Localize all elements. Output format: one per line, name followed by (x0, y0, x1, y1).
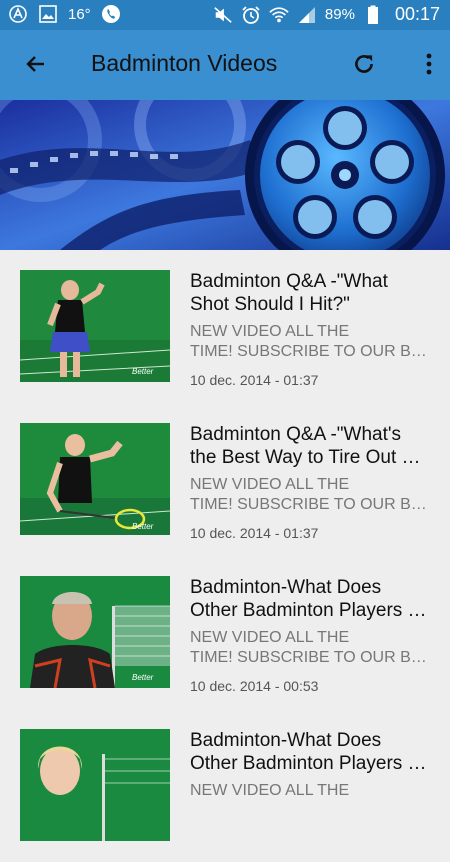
accessibility-icon (8, 4, 28, 24)
refresh-button[interactable] (342, 42, 386, 86)
temperature: 16° (68, 5, 91, 23)
gallery-icon (38, 4, 58, 24)
video-date: 10 dec. 2014 - 01:37 (190, 525, 319, 541)
alarm-icon (241, 5, 261, 25)
video-thumbnail: Better (20, 423, 170, 535)
video-date: 10 dec. 2014 - 01:37 (190, 372, 319, 388)
svg-text:Better: Better (132, 522, 154, 531)
svg-text:Better: Better (132, 367, 154, 376)
video-list-item[interactable]: Better Badminton Q&A -"What Shot Should … (0, 250, 450, 403)
video-list: Better Badminton Q&A -"What Shot Should … (0, 250, 450, 862)
video-list-item[interactable]: Badminton-What Does Other Badminton Play… (0, 709, 450, 862)
video-title: Badminton Q&A -"What (190, 271, 388, 292)
clock: 00:17 (394, 4, 440, 24)
video-thumbnail: Better (20, 576, 170, 688)
video-description: NEW VIDEO ALL THE (190, 323, 350, 340)
wifi-icon (269, 5, 289, 25)
more-vert-icon (426, 53, 432, 75)
app-bar: Badminton Videos (0, 30, 450, 100)
video-title: Badminton-What Does (190, 730, 382, 751)
battery-icon (363, 5, 383, 25)
header-banner-image (0, 100, 450, 250)
video-date: 10 dec. 2014 - 00:53 (190, 678, 319, 694)
video-list-item[interactable]: Better Badminton-What Does Other Badmint… (0, 556, 450, 709)
video-title: the Best Way to Tire Out … (190, 447, 421, 468)
signal-icon (297, 5, 317, 25)
video-description: TIME! SUBSCRIBE TO OUR B… (190, 649, 427, 666)
video-title: Other Badminton Players … (190, 600, 427, 621)
video-description: TIME! SUBSCRIBE TO OUR B… (190, 343, 427, 360)
video-title: Badminton Q&A -"What's (190, 424, 402, 445)
svg-text:Better: Better (132, 673, 154, 682)
video-title: Badminton-What Does (190, 577, 382, 598)
arrow-back-icon (26, 56, 44, 72)
video-thumbnail: Better (20, 270, 170, 382)
video-description: TIME! SUBSCRIBE TO OUR B… (190, 496, 427, 513)
refresh-icon (355, 55, 373, 73)
video-description: NEW VIDEO ALL THE (190, 476, 350, 493)
video-thumbnail (20, 729, 170, 841)
phone-icon (101, 4, 121, 24)
battery-percentage: 89% (324, 6, 355, 23)
page-title: Badminton Videos (91, 50, 278, 76)
status-bar: 16° 89% 00:17 (0, 0, 450, 30)
overflow-menu-button[interactable] (414, 42, 444, 86)
video-description: NEW VIDEO ALL THE (190, 782, 350, 799)
video-list-item[interactable]: Better Badminton Q&A -"What's the Best W… (0, 403, 450, 556)
back-button[interactable] (14, 42, 58, 86)
video-title: Shot Should I Hit?" (190, 294, 350, 315)
video-title: Other Badminton Players … (190, 753, 427, 774)
silent-mode-icon (213, 5, 233, 25)
video-description: NEW VIDEO ALL THE (190, 629, 350, 646)
